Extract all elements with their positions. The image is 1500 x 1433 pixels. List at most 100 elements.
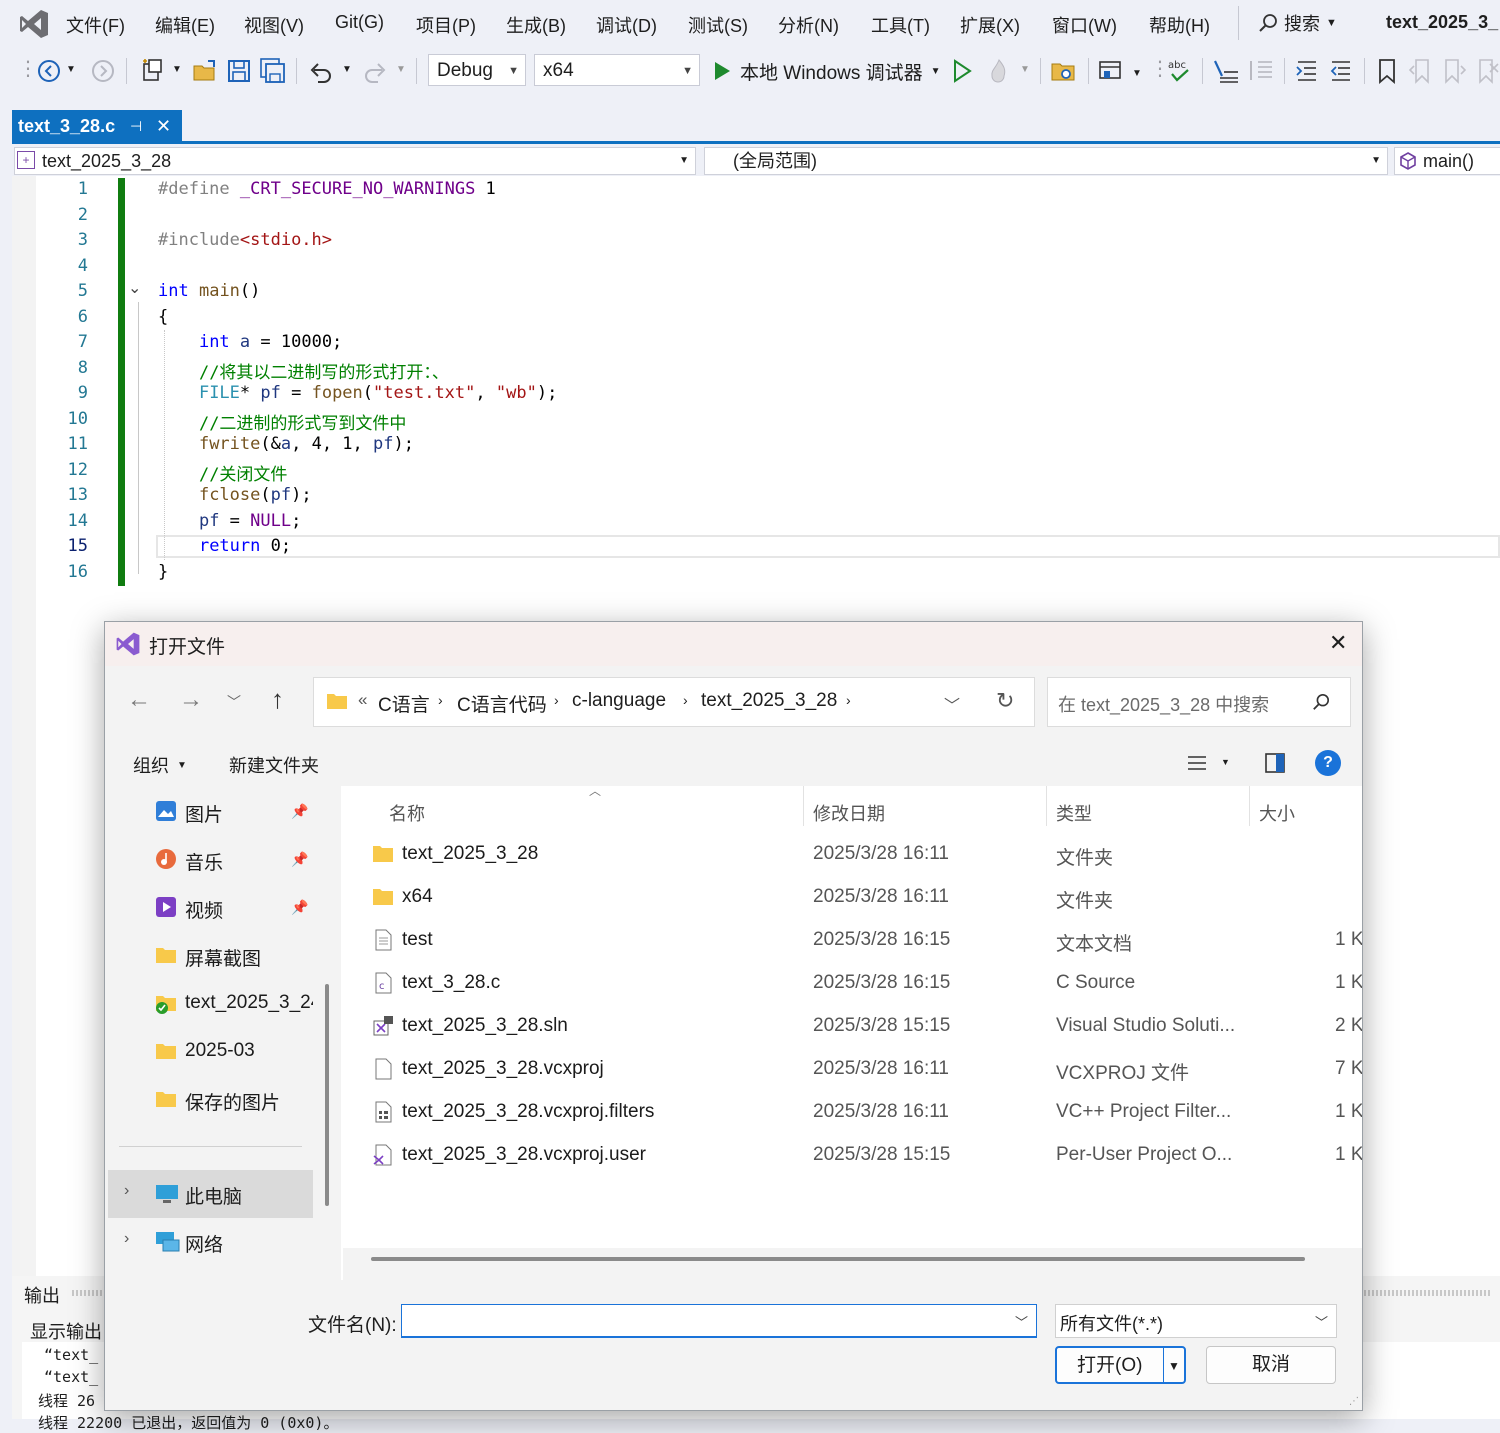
file-row[interactable]: c text_3_28.c 2025/3/28 16:15 C Source 1… [343, 962, 1362, 1005]
file-row[interactable]: x64 2025/3/28 16:11 文件夹 [343, 876, 1362, 919]
chevron-down-icon[interactable]: ﹀ [1015, 1312, 1028, 1331]
menu-view[interactable]: 视图(V) [244, 12, 304, 38]
layout-icon[interactable] [1098, 58, 1124, 84]
forward-arrow-icon[interactable]: → [179, 686, 203, 714]
close-icon[interactable]: ✕ [1329, 630, 1347, 656]
previous-bookmark-icon[interactable] [1408, 58, 1434, 84]
column-header-date[interactable]: 修改日期 [813, 800, 885, 826]
find-in-files-icon[interactable] [1050, 58, 1078, 84]
menu-help[interactable]: 帮助(H) [1149, 12, 1210, 38]
redo-icon[interactable] [362, 58, 388, 84]
breadcrumb-item[interactable]: C语言 [378, 690, 430, 717]
chevron-down-icon[interactable]: ▼ [172, 64, 182, 75]
chevron-down-icon[interactable]: ▼ [396, 64, 406, 75]
file-list[interactable]: ︿ 名称 修改日期 类型 大小 text_2025_3_28 2025/3/28… [343, 784, 1362, 1280]
undo-icon[interactable] [308, 58, 334, 84]
back-arrow-icon[interactable]: ← [127, 686, 151, 714]
tab-text-3-28-c[interactable]: text_3_28.c ⊣ ✕ [12, 110, 182, 142]
column-header-type[interactable]: 类型 [1056, 800, 1092, 826]
project-navigation-select[interactable]: + text_2025_3_28 ▼ [14, 147, 696, 175]
chevron-right-icon[interactable]: › [124, 1230, 129, 1248]
nav-item-music[interactable]: 音乐 [185, 848, 223, 875]
comment-out-icon[interactable] [1212, 58, 1240, 84]
file-row[interactable]: text_2025_3_28.vcxproj.filters 2025/3/28… [343, 1091, 1362, 1134]
column-header-name[interactable]: 名称 [389, 800, 425, 826]
menu-test[interactable]: 测试(S) [688, 12, 748, 38]
new-project-icon[interactable] [140, 58, 166, 84]
menu-file[interactable]: 文件(F) [66, 12, 125, 38]
column-divider[interactable] [803, 786, 804, 826]
breadcrumb-item[interactable]: C语言代码 [457, 690, 547, 717]
open-file-icon[interactable] [192, 58, 218, 84]
organize-menu[interactable]: 组织 ▼ [133, 752, 187, 778]
file-type-select[interactable]: 所有文件(*.*) ﹀ [1055, 1304, 1337, 1338]
navigation-pane[interactable]: 图片 📌 音乐 📌 视频 📌 屏幕截图 text_2025_3_24 2025-… [105, 786, 341, 1280]
menu-debug[interactable]: 调试(D) [596, 12, 657, 38]
breadcrumb-item[interactable]: text_2025_3_28 [701, 690, 837, 712]
member-navigation-select[interactable]: main() [1394, 147, 1500, 175]
chevron-down-icon[interactable]: ﹀ [944, 692, 960, 716]
chevron-down-icon[interactable]: ▼ [342, 64, 352, 75]
breadcrumb-overflow[interactable]: « [358, 690, 367, 710]
refresh-icon[interactable]: ↻ [996, 688, 1014, 714]
file-row[interactable]: text_2025_3_28.vcxproj 2025/3/28 16:11 V… [343, 1048, 1362, 1091]
horizontal-scrollbar-thumb[interactable] [371, 1257, 1305, 1261]
file-row[interactable]: text_2025_3_28 2025/3/28 16:11 文件夹 [343, 833, 1362, 876]
pin-icon[interactable]: 📌 [291, 851, 308, 868]
close-tab-icon[interactable]: ✕ [156, 110, 171, 142]
platform-select[interactable]: x64 ▼ [534, 54, 700, 86]
preview-pane-icon[interactable] [1265, 753, 1285, 773]
start-without-debugging-icon[interactable] [950, 58, 974, 84]
uncomment-icon[interactable] [1248, 58, 1274, 84]
cancel-button[interactable]: 取消 [1206, 1346, 1336, 1384]
pin-icon[interactable]: 📌 [291, 803, 308, 820]
menu-extensions[interactable]: 扩展(X) [960, 12, 1020, 38]
fold-toggle-icon[interactable]: ⌄ [128, 278, 141, 298]
file-row[interactable]: text_2025_3_28.sln 2025/3/28 15:15 Visua… [343, 1005, 1362, 1048]
filename-combo[interactable]: ﹀ [401, 1304, 1037, 1338]
column-divider[interactable] [1249, 786, 1250, 826]
filename-input[interactable] [406, 1307, 1010, 1335]
configuration-select[interactable]: Debug ▼ [428, 54, 526, 86]
nav-item-project-folder[interactable]: text_2025_3_24 [185, 992, 313, 1013]
recent-locations-chevron-icon[interactable]: ﹀ [227, 692, 241, 712]
chevron-down-icon[interactable]: ▼ [1168, 1348, 1180, 1384]
navigate-back-icon[interactable] [36, 58, 62, 84]
nav-item-pictures[interactable]: 图片 [185, 800, 223, 827]
next-bookmark-icon[interactable] [1442, 58, 1468, 84]
nav-item-this-pc[interactable]: › 此电脑 [108, 1170, 313, 1218]
pin-icon[interactable]: 📌 [291, 899, 308, 916]
nav-item-saved-pictures[interactable]: 保存的图片 [185, 1088, 280, 1115]
start-debugging-button[interactable]: 本地 Windows 调试器 ▼ [712, 56, 941, 86]
breadcrumb-item[interactable]: c-language [572, 690, 666, 712]
file-row[interactable]: test 2025/3/28 16:15 文本文档 1 K [343, 919, 1362, 962]
up-arrow-icon[interactable]: ↑ [271, 684, 284, 715]
chevron-down-icon[interactable]: ▼ [1132, 68, 1142, 79]
search-field[interactable]: 在 text_2025_3_28 中搜索 [1047, 677, 1351, 727]
resize-grip-icon[interactable]: ⋰ [1349, 1396, 1359, 1407]
save-all-icon[interactable] [260, 58, 286, 84]
visual-studio-logo-icon[interactable] [18, 8, 50, 40]
nav-item-videos[interactable]: 视频 [185, 896, 223, 923]
chevron-down-icon[interactable]: ▼ [1221, 757, 1230, 767]
spell-check-icon[interactable]: abc [1164, 56, 1194, 86]
navigate-forward-icon[interactable] [90, 58, 116, 84]
menu-git[interactable]: Git(G) [335, 12, 384, 33]
search-menu[interactable]: 搜索 ▼ [1258, 10, 1337, 36]
indent-icon[interactable] [1294, 58, 1320, 84]
nav-item-2025-03[interactable]: 2025-03 [185, 1040, 255, 1062]
menu-build[interactable]: 生成(B) [506, 12, 566, 38]
outdent-icon[interactable] [1328, 58, 1354, 84]
column-header-size[interactable]: 大小 [1259, 800, 1295, 826]
open-button[interactable]: 打开(O) ▼ [1055, 1346, 1186, 1384]
chevron-down-icon[interactable]: ▼ [1020, 64, 1030, 75]
new-folder-button[interactable]: 新建文件夹 [229, 752, 319, 778]
menu-window[interactable]: 窗口(W) [1052, 12, 1117, 38]
chevron-down-icon[interactable]: ▼ [66, 64, 76, 75]
clear-bookmarks-icon[interactable] [1476, 58, 1500, 84]
nav-item-screenshots[interactable]: 屏幕截图 [185, 944, 261, 971]
menu-tools[interactable]: 工具(T) [871, 12, 930, 38]
pin-tab-icon[interactable]: ⊣ [130, 110, 142, 142]
menu-edit[interactable]: 编辑(E) [155, 12, 215, 38]
column-divider[interactable] [1046, 786, 1047, 826]
